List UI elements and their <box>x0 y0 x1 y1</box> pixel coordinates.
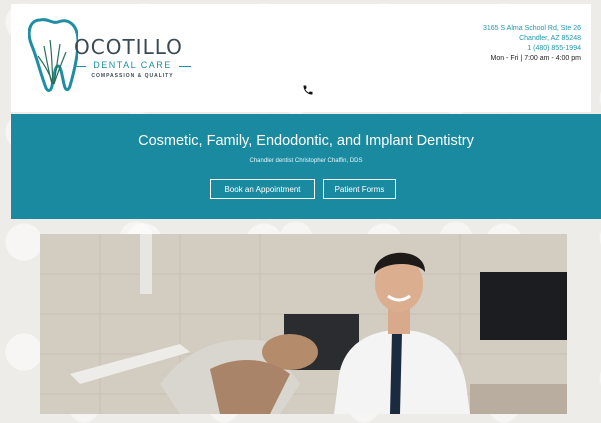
brand-tagline: COMPASSION & QUALITY <box>91 73 174 79</box>
office-hours: Mon - Fri | 7:00 am - 4:00 pm <box>490 55 581 62</box>
address-line2-link[interactable]: Chandler, AZ 85248 <box>483 34 581 44</box>
book-appointment-button[interactable]: Book an Appointment <box>210 179 315 199</box>
banner-title: Cosmetic, Family, Endodontic, and Implan… <box>138 133 474 149</box>
address-line1-link[interactable]: 3165 S Alma School Rd, Ste 26 <box>483 24 581 34</box>
contact-info: 3165 S Alma School Rd, Ste 26 Chandler, … <box>483 24 581 64</box>
hero-photo <box>40 234 567 414</box>
brand-name: OCOTILLO <box>74 35 183 59</box>
site-logo[interactable]: OCOTILLO DENTAL CARE COMPASSION & QUALIT… <box>28 14 191 94</box>
phone-link[interactable]: 1 (480) 855-1994 <box>483 44 581 54</box>
hero-banner: Cosmetic, Family, Endodontic, and Implan… <box>11 114 601 219</box>
dentist-office-photo <box>40 234 567 414</box>
brand-subtitle: DENTAL CARE <box>74 60 191 70</box>
site-header: OCOTILLO DENTAL CARE COMPASSION & QUALIT… <box>11 4 591 112</box>
banner-subtitle: Chandler dentist Christopher Chaffin, DD… <box>249 158 363 164</box>
patient-forms-button[interactable]: Patient Forms <box>323 179 396 199</box>
phone-icon[interactable] <box>302 84 314 96</box>
tooth-logo-icon <box>28 18 78 92</box>
